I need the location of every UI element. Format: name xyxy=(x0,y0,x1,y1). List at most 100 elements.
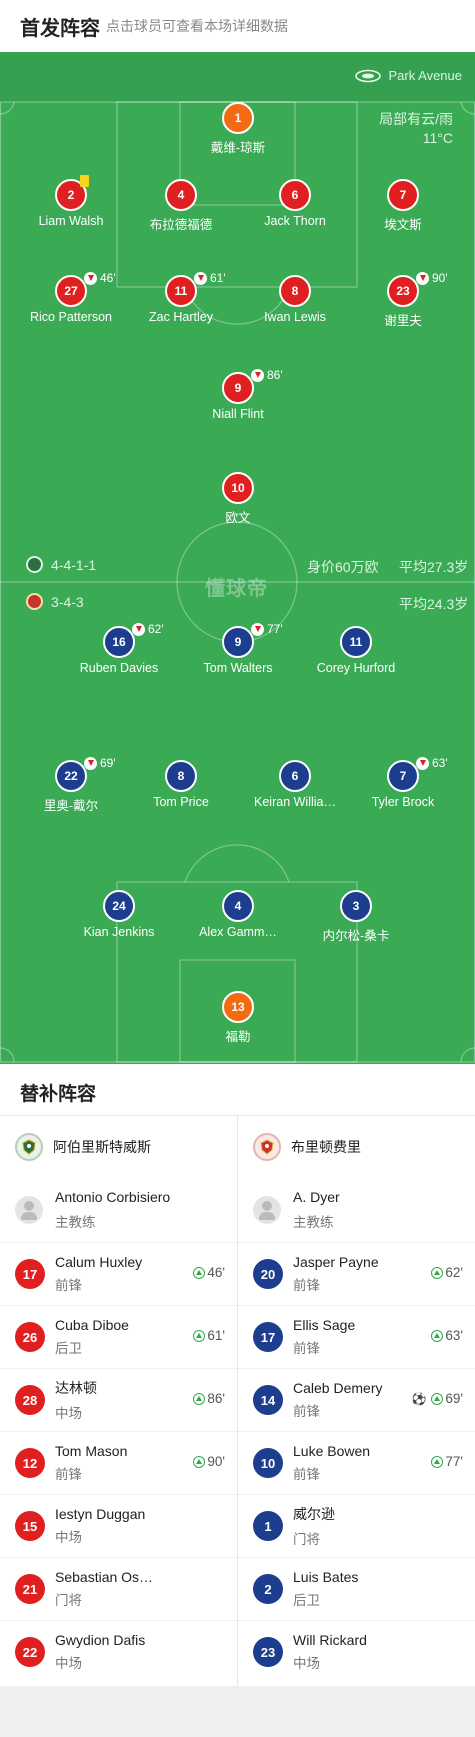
player-number: 6 xyxy=(279,179,311,211)
sub-player-row[interactable]: 22 Gwydion Dafis 中场 xyxy=(0,1620,237,1683)
sub-player-row[interactable]: 10 Luke Bowen 前锋 77' xyxy=(238,1431,475,1494)
sub-position: 中场 xyxy=(293,1656,320,1671)
sub-player-row[interactable]: 21 Sebastian Os… 门将 xyxy=(0,1557,237,1620)
home-team-row[interactable]: 阿伯里斯特威斯 xyxy=(0,1116,237,1178)
sub-player-row[interactable]: 2 Luis Bates 后卫 xyxy=(238,1557,475,1620)
sub-on-icon xyxy=(193,1329,206,1342)
home-market-value: 身价60万欧 xyxy=(307,559,379,575)
sub-off-icon xyxy=(416,271,429,285)
away-player[interactable]: 8 Tom Price xyxy=(126,760,236,809)
player-name: Zac Hartley xyxy=(149,310,213,324)
away-formation: 3-4-3 xyxy=(26,593,84,610)
weather-temperature: 11°C xyxy=(422,130,453,146)
weather: 局部有云/雨 11°C xyxy=(379,110,453,148)
away-average-age: 平均24.3岁 xyxy=(399,596,469,612)
player-name: 戴维-琼斯 xyxy=(210,141,266,155)
player-name: Kian Jenkins xyxy=(83,925,155,939)
sub-off-icon xyxy=(194,271,207,285)
player-number: 27 xyxy=(55,275,87,307)
sub-minute: 90' xyxy=(432,271,448,285)
sub-number: 28 xyxy=(15,1385,45,1415)
sub-off-icon xyxy=(84,756,97,770)
watermark-logo: 懂球帝 xyxy=(205,578,268,600)
sub-minute: 63' xyxy=(432,756,448,770)
away-player[interactable]: 7 63' Tyler Brock xyxy=(348,756,458,809)
substitution: 90' xyxy=(416,271,448,285)
venue: Park Avenue xyxy=(354,68,462,83)
sub-player-row[interactable]: 20 Jasper Payne 前锋 62' xyxy=(238,1242,475,1305)
sub-in-minute: 90' xyxy=(207,1454,225,1469)
substitution: 77' xyxy=(251,622,283,636)
home-player[interactable]: 23 90' 谢里夫 xyxy=(348,271,458,329)
stadium-icon xyxy=(354,69,381,82)
substitution: 61' xyxy=(194,271,226,285)
sub-player-row[interactable]: 17 Calum Huxley 前锋 46' xyxy=(0,1242,237,1305)
home-player[interactable]: 2 Liam Walsh xyxy=(16,175,126,228)
sub-player-row[interactable]: 12 Tom Mason 前锋 90' xyxy=(0,1431,237,1494)
sub-in: 63' xyxy=(431,1328,463,1343)
away-player[interactable]: 13 福勒 xyxy=(183,991,293,1045)
sub-number: 21 xyxy=(15,1574,45,1604)
pitch: Park Avenue 局部有云/雨 11°C 懂球帝 4-4-1-1 身价60… xyxy=(0,52,475,1064)
home-player[interactable]: 10 欧文 xyxy=(183,472,293,526)
sub-player-row[interactable]: 17 Ellis Sage 前锋 63' xyxy=(238,1305,475,1368)
home-formation: 4-4-1-1 xyxy=(26,556,96,573)
sub-name: Jasper Payne xyxy=(293,1254,379,1270)
sub-in: 77' xyxy=(431,1454,463,1469)
sub-off-icon xyxy=(251,622,264,636)
away-player[interactable]: 6 Keiran Willia… xyxy=(240,760,350,809)
home-player[interactable]: 7 埃文斯 xyxy=(348,179,458,233)
sub-player-row[interactable]: 28 达林顿 中场 86' xyxy=(0,1368,237,1431)
sub-position: 中场 xyxy=(55,1530,82,1545)
home-coach[interactable]: Antonio Corbisiero 主教练 xyxy=(0,1178,237,1242)
away-coach[interactable]: A. Dyer 主教练 xyxy=(238,1178,475,1242)
away-team-row[interactable]: 布里顿费里 xyxy=(238,1116,475,1178)
away-player[interactable]: 11 Corey Hurford xyxy=(301,626,411,675)
player-name: 埃文斯 xyxy=(384,218,422,232)
away-player[interactable]: 3 内尔松-桑卡 xyxy=(301,890,411,944)
sub-number: 17 xyxy=(253,1322,283,1352)
sub-on-icon xyxy=(193,1392,206,1405)
sub-off-icon xyxy=(416,756,429,770)
sub-player-row[interactable]: 23 Will Rickard 中场 xyxy=(238,1620,475,1683)
sub-minute: 61' xyxy=(210,271,226,285)
sub-position: 前锋 xyxy=(55,1278,82,1293)
sub-number: 2 xyxy=(253,1574,283,1604)
home-player[interactable]: 6 Jack Thorn xyxy=(240,179,350,228)
player-name: Iwan Lewis xyxy=(264,310,326,324)
home-player[interactable]: 1 戴维-琼斯 xyxy=(183,102,293,156)
sub-number: 23 xyxy=(253,1637,283,1667)
player-number: 3 xyxy=(340,890,372,922)
home-player[interactable]: 8 Iwan Lewis xyxy=(240,275,350,324)
player-name: Rico Patterson xyxy=(30,310,112,324)
sub-player-row[interactable]: 26 Cuba Diboe 后卫 61' xyxy=(0,1305,237,1368)
player-number: 13 xyxy=(222,991,254,1023)
substitution: 62' xyxy=(132,622,164,636)
sub-name: Tom Mason xyxy=(55,1443,128,1459)
away-player[interactable]: 16 62' Ruben Davies xyxy=(64,622,174,675)
player-name: Niall Flint xyxy=(212,407,264,421)
sub-player-row[interactable]: 1 威尔逊 门将 xyxy=(238,1494,475,1557)
substitution: 46' xyxy=(84,271,116,285)
sub-name: 达林顿 xyxy=(55,1380,97,1396)
sub-position: 门将 xyxy=(55,1593,82,1608)
away-player[interactable]: 22 69' 里奥-戴尔 xyxy=(16,756,126,814)
home-player[interactable]: 11 61' Zac Hartley xyxy=(126,271,236,324)
sub-in-minute: 61' xyxy=(207,1328,225,1343)
home-team-name: 阿伯里斯特威斯 xyxy=(53,1139,151,1155)
away-player[interactable]: 4 Alex Gamm… xyxy=(183,890,293,939)
player-number: 23 xyxy=(387,275,419,307)
home-player[interactable]: 27 46' Rico Patterson xyxy=(16,271,126,324)
away-player[interactable]: 24 Kian Jenkins xyxy=(64,890,174,939)
sub-off-icon xyxy=(251,368,264,382)
sub-player-row[interactable]: 14 Caleb Demery 前锋 ⚽ 69' xyxy=(238,1368,475,1431)
away-player[interactable]: 9 77' Tom Walters xyxy=(183,622,293,675)
sub-minute: 77' xyxy=(267,622,283,636)
player-number: 9 xyxy=(222,626,254,658)
away-crest-icon xyxy=(253,1133,281,1161)
home-player[interactable]: 4 布拉德福德 xyxy=(126,179,236,233)
coach-avatar-icon xyxy=(253,1196,281,1224)
sub-player-row[interactable]: 15 Iestyn Duggan 中场 xyxy=(0,1494,237,1557)
player-number: 6 xyxy=(279,760,311,792)
home-player[interactable]: 9 86' Niall Flint xyxy=(183,368,293,421)
